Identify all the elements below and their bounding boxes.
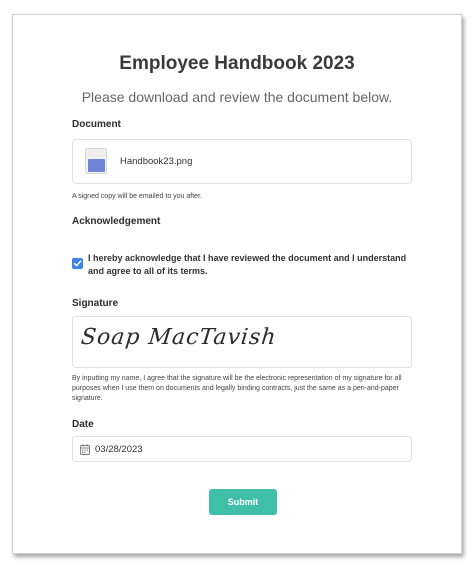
document-file-name[interactable]: Handbook23.png <box>120 156 192 167</box>
image-file-icon <box>85 148 107 174</box>
acknowledgement-label: Acknowledgement <box>72 216 161 227</box>
submit-button[interactable]: Submit <box>209 489 277 515</box>
signature-field[interactable]: Soap MacTavish <box>72 316 412 368</box>
date-value: 03/28/2023 <box>95 444 143 455</box>
acknowledgement-text: I hereby acknowledge that I have reviewe… <box>88 253 407 276</box>
document-attachment[interactable]: Handbook23.png <box>72 139 412 184</box>
signature-label: Signature <box>72 298 119 309</box>
signature-value: Soap MacTavish <box>79 325 278 350</box>
form-card: Employee Handbook 2023 Please download a… <box>12 14 462 554</box>
checkmark-icon <box>73 260 82 267</box>
document-note: A signed copy will be emailed to you aft… <box>72 193 202 200</box>
page-subtitle: Please download and review the document … <box>81 89 393 105</box>
document-label: Document <box>72 119 121 130</box>
signature-note: By inputting my name, I agree that the s… <box>72 375 402 402</box>
calendar-icon <box>80 444 90 455</box>
date-label: Date <box>72 419 94 430</box>
acknowledgement-checkbox[interactable] <box>72 258 83 269</box>
date-field[interactable]: 03/28/2023 <box>72 436 412 462</box>
page-title: Employee Handbook 2023 <box>119 53 355 74</box>
